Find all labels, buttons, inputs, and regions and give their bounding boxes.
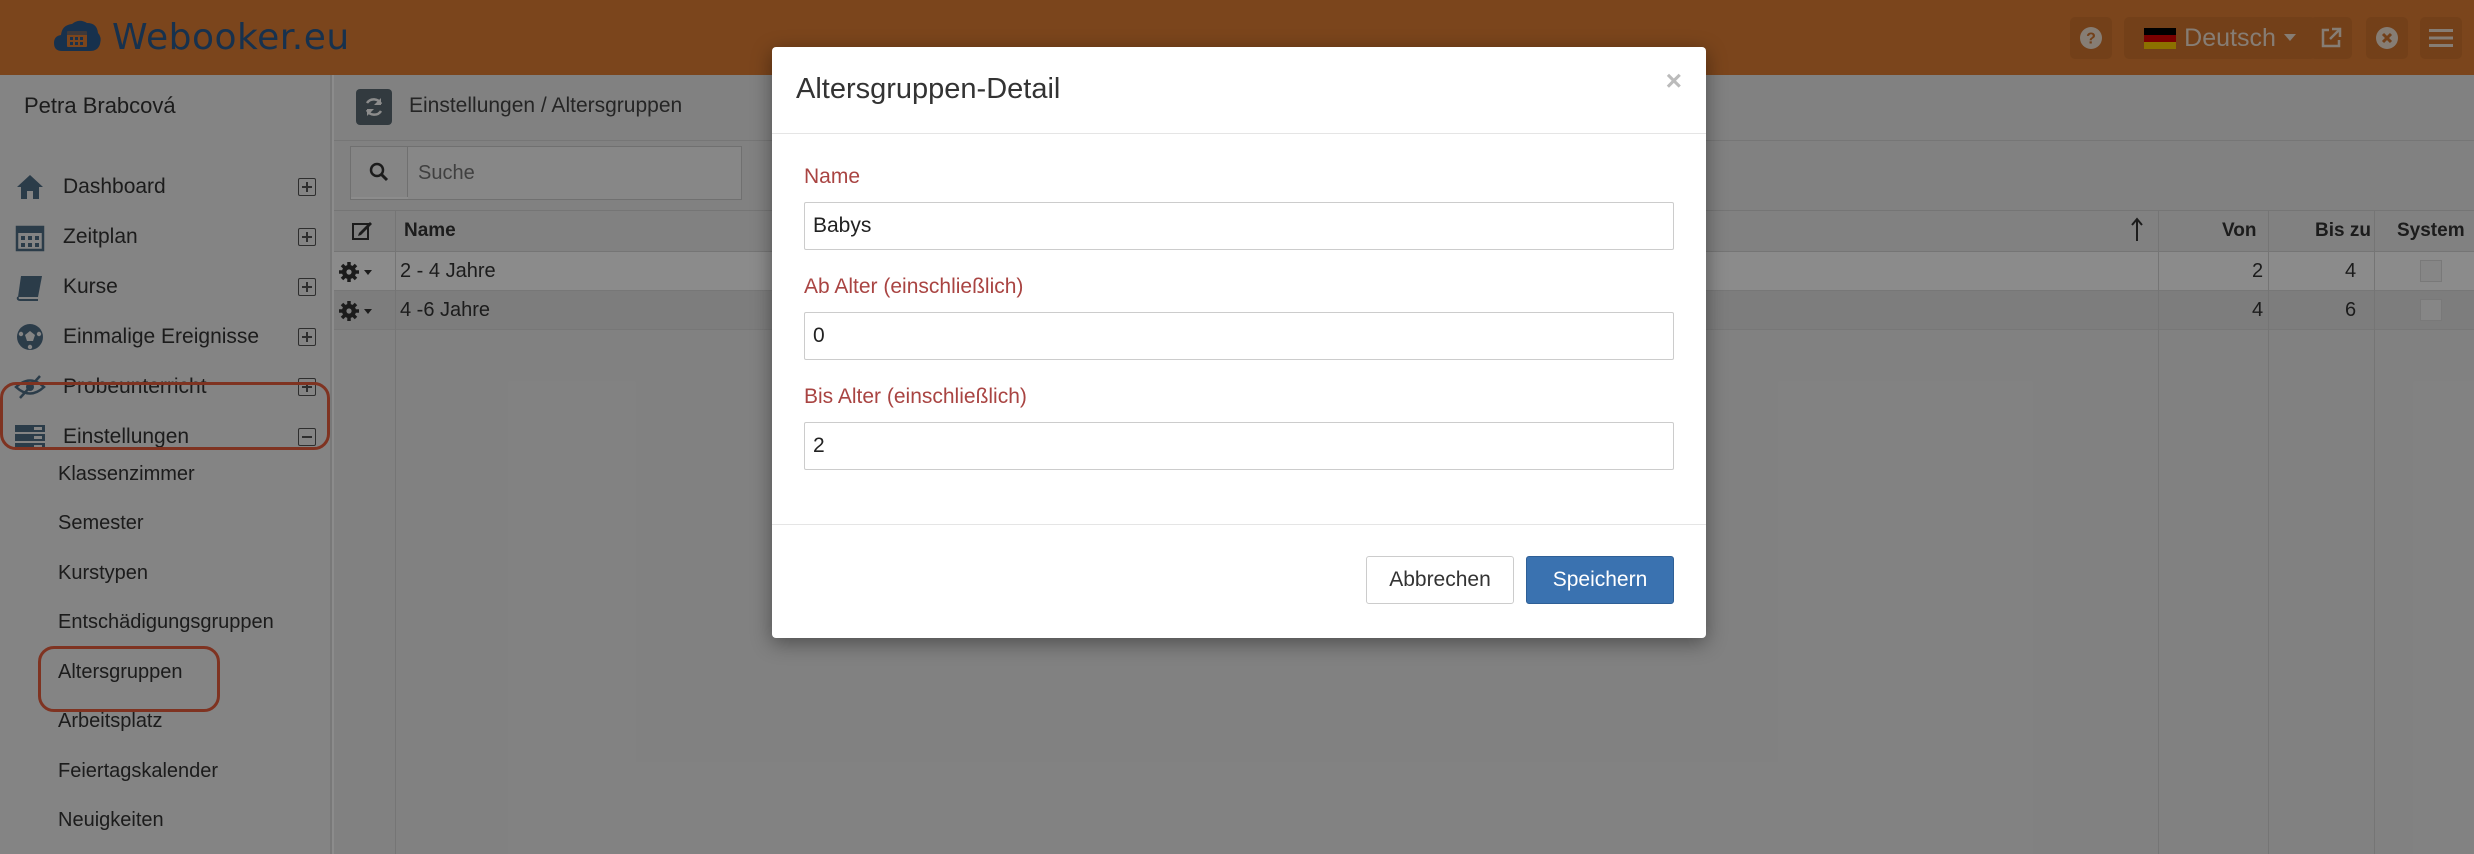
age-from-label: Ab Alter (einschließlich) [804,275,1024,298]
cancel-button[interactable]: Abbrechen [1366,556,1514,604]
age-from-field[interactable] [804,312,1674,360]
close-icon[interactable]: × [1666,65,1682,97]
modal-header: Altersgruppen-Detail × [772,47,1706,134]
age-group-detail-dialog: Altersgruppen-Detail × Name Ab Alter (ei… [772,47,1706,638]
age-to-label: Bis Alter (einschließlich) [804,385,1027,408]
modal-footer-divider [772,524,1706,525]
modal-title: Altersgruppen-Detail [796,73,1061,105]
save-button[interactable]: Speichern [1526,556,1674,604]
name-label: Name [804,165,861,188]
age-to-field[interactable] [804,422,1674,470]
name-field[interactable] [804,202,1674,250]
